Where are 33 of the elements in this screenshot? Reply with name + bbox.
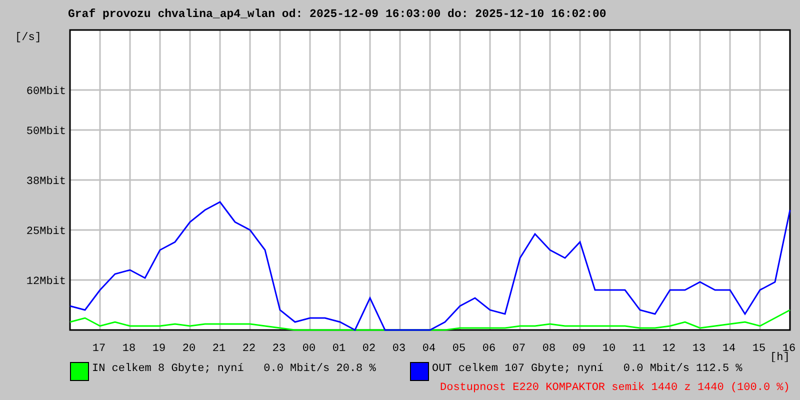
x-tick-label: 05 [452,343,466,355]
x-tick-label: 23 [272,343,286,355]
y-tick-label: 60Mbit [26,86,66,98]
x-tick-label: 11 [632,343,646,355]
y-tick-label: 38Mbit [26,176,66,188]
x-tick-label: 21 [212,343,226,355]
x-tick-label: 07 [512,343,526,355]
availability-text: Dostupnost E220 KOMPAKTOR semik 1440 z 1440 (100.0 %) [440,383,790,394]
x-tick-label: 13 [692,343,706,355]
chart-title: Graf provozu chvalina_ap4_wlan od: 2025-12-09 16:03:00 do: 2025-12-10 16:02:00 [68,9,606,21]
x-tick-label: 19 [152,343,166,355]
x-tick-label: 15 [752,343,766,355]
x-tick-label: 10 [602,343,616,355]
x-tick-label: 18 [122,343,136,355]
y-axis-unit: [/s] [15,32,42,44]
x-tick-label: 20 [182,343,196,355]
legend-text: OUT celkem 107 Gbyte; nyní 0.0 Mbit/s 112.5 % [432,364,742,375]
legend-text: IN celkem 8 Gbyte; nyní 0.0 Mbit/s 20.8 % [92,364,376,375]
x-tick-label: 00 [302,343,316,355]
x-tick-label: 22 [242,343,256,355]
x-tick-label: 12 [662,343,676,355]
x-tick-label: 09 [572,343,586,355]
x-tick-label: 02 [362,343,376,355]
x-tick-label: 04 [422,343,436,355]
x-tick-label: 06 [482,343,496,355]
x-tick-label: 08 [542,343,556,355]
x-tick-label: 17 [92,343,106,355]
x-tick-label: 03 [392,343,406,355]
y-tick-label: 12Mbit [26,276,66,288]
x-tick-label: 14 [722,343,736,355]
x-tick-label: 01 [332,343,346,355]
y-tick-label: 50Mbit [26,126,66,138]
y-tick-label: 25Mbit [26,226,66,238]
